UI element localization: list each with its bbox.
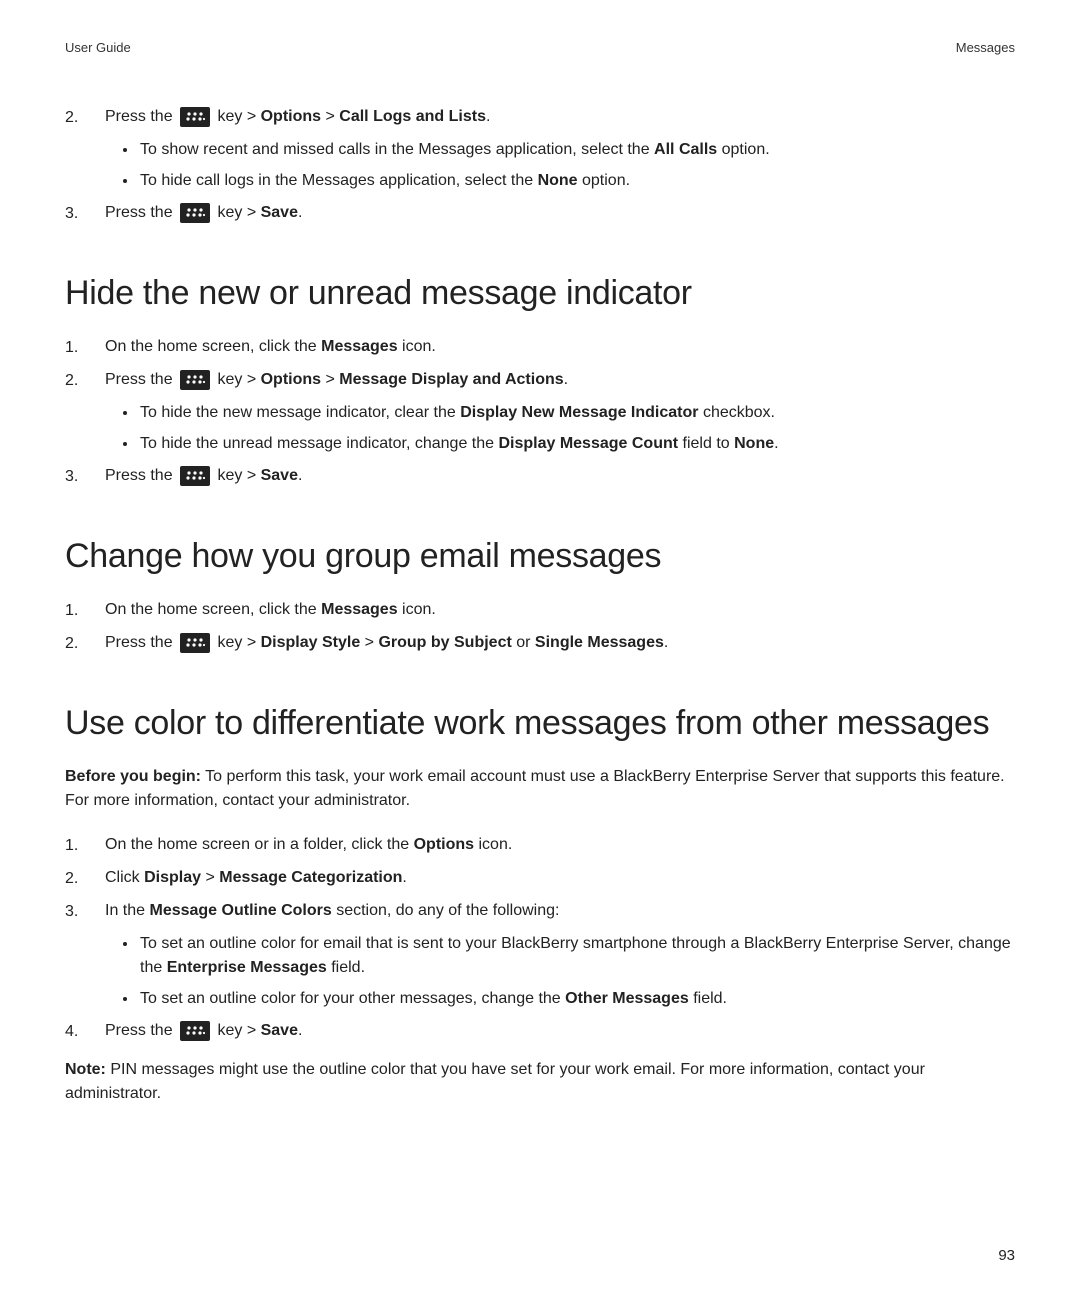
list-item: To hide the unread message indicator, ch… bbox=[138, 432, 1015, 456]
sec3-heading: Use color to differentiate work messages… bbox=[65, 704, 1015, 743]
sec1-step3-list: 3. Press the key > Save. bbox=[65, 464, 1015, 489]
list-item: To set an outline color for email that i… bbox=[138, 932, 1015, 980]
sec3-step2: 2. Click Display > Message Categorizatio… bbox=[65, 866, 1015, 891]
sec1-step1: 1. On the home screen, click the Message… bbox=[65, 335, 1015, 360]
header-left: User Guide bbox=[65, 40, 131, 55]
sec1-step2-bullets: To hide the new message indicator, clear… bbox=[138, 401, 1015, 456]
sec0-step2-bullets: To show recent and missed calls in the M… bbox=[138, 138, 1015, 193]
menu-key-icon bbox=[180, 466, 210, 486]
sec1-steps: 1. On the home screen, click the Message… bbox=[65, 335, 1015, 393]
list-item: To show recent and missed calls in the M… bbox=[138, 138, 1015, 162]
sec0-step3-list: 3. Press the key > Save. bbox=[65, 201, 1015, 226]
sec2-steps: 1. On the home screen, click the Message… bbox=[65, 598, 1015, 656]
sec3-step4: 4. Press the key > Save. bbox=[65, 1019, 1015, 1044]
sec3-step3-bullets: To set an outline color for email that i… bbox=[138, 932, 1015, 1011]
sec2-step2: 2. Press the key > Display Style > Group… bbox=[65, 631, 1015, 656]
sec1-step3: 3. Press the key > Save. bbox=[65, 464, 1015, 489]
header-right: Messages bbox=[956, 40, 1015, 55]
sec1-heading: Hide the new or unread message indicator bbox=[65, 274, 1015, 313]
list-item: To hide the new message indicator, clear… bbox=[138, 401, 1015, 425]
menu-key-icon bbox=[180, 203, 210, 223]
menu-key-icon bbox=[180, 633, 210, 653]
page-number: 93 bbox=[998, 1247, 1015, 1264]
sec0-steps: 2. Press the key > Options > Call Logs a… bbox=[65, 105, 1015, 130]
list-item: To set an outline color for your other m… bbox=[138, 987, 1015, 1011]
sec0-step3: 3. Press the key > Save. bbox=[65, 201, 1015, 226]
sec3-step3: 3. In the Message Outline Colors section… bbox=[65, 899, 1015, 924]
sec2-heading: Change how you group email messages bbox=[65, 537, 1015, 576]
sec3-note: Note: PIN messages might use the outline… bbox=[65, 1058, 1015, 1106]
sec3-step1: 1. On the home screen or in a folder, cl… bbox=[65, 833, 1015, 858]
sec3-step4-list: 4. Press the key > Save. bbox=[65, 1019, 1015, 1044]
menu-key-icon bbox=[180, 370, 210, 390]
sec3-steps: 1. On the home screen or in a folder, cl… bbox=[65, 833, 1015, 924]
sec0-step2: 2. Press the key > Options > Call Logs a… bbox=[65, 105, 1015, 130]
list-item: To hide call logs in the Messages applic… bbox=[138, 169, 1015, 193]
menu-key-icon bbox=[180, 1021, 210, 1041]
sec3-intro: Before you begin: To perform this task, … bbox=[65, 765, 1015, 813]
sec1-step2: 2. Press the key > Options > Message Dis… bbox=[65, 368, 1015, 393]
sec2-step1: 1. On the home screen, click the Message… bbox=[65, 598, 1015, 623]
page-header: User Guide Messages bbox=[65, 40, 1015, 55]
menu-key-icon bbox=[180, 107, 210, 127]
